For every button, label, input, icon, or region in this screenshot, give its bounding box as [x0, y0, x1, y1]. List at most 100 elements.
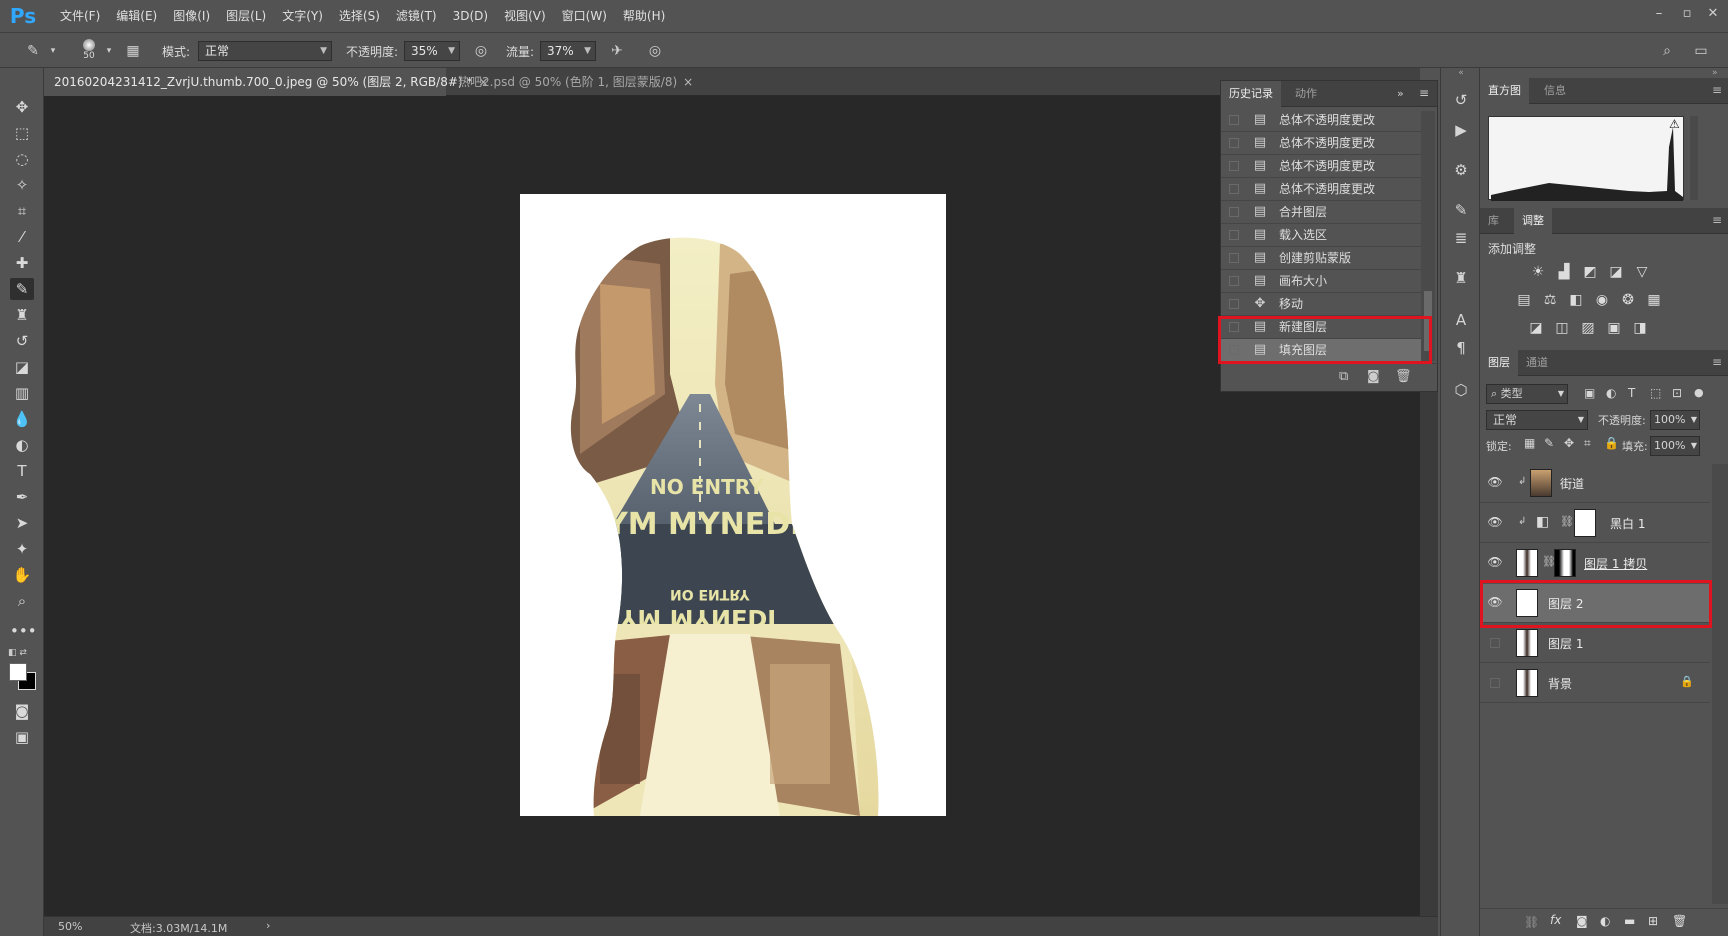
close-icon[interactable]: ×: [683, 75, 693, 89]
color-lookup-icon[interactable]: ▦: [1644, 290, 1664, 310]
vibrance-icon[interactable]: ▽: [1632, 262, 1652, 282]
brush-size-picker[interactable]: 50: [78, 37, 100, 65]
quick-select-tool-icon[interactable]: ✧: [10, 174, 34, 196]
pressure-size-icon[interactable]: ◎: [644, 41, 666, 61]
lock-pixels-icon[interactable]: ✎: [1544, 436, 1554, 450]
threshold-icon[interactable]: ▨: [1578, 318, 1598, 338]
gradient-map-icon[interactable]: ◨: [1630, 318, 1650, 338]
flow-input[interactable]: 37% ▼: [540, 41, 596, 61]
airbrush-icon[interactable]: ✈: [606, 41, 628, 61]
new-group-icon[interactable]: ▬: [1624, 914, 1635, 928]
eye-icon[interactable]: 👁: [1486, 475, 1504, 491]
history-source-checkbox[interactable]: [1229, 253, 1239, 263]
dock-collapse-icon[interactable]: «: [1441, 68, 1481, 78]
history-item[interactable]: ▤ 载入选区: [1221, 224, 1421, 247]
color-balance-icon[interactable]: ⚖: [1540, 290, 1560, 310]
layer-row-street[interactable]: 👁 ↲ 街道: [1480, 464, 1710, 503]
gradient-tool-icon[interactable]: ▥: [10, 382, 34, 404]
tab-actions[interactable]: 动作: [1287, 81, 1325, 107]
layer-name[interactable]: 图层 1: [1548, 635, 1583, 652]
history-source-checkbox[interactable]: [1229, 184, 1239, 194]
filter-type-icon[interactable]: T: [1628, 386, 1635, 400]
blend-mode-select[interactable]: 正常 ▼: [1486, 410, 1588, 430]
eye-hidden-box[interactable]: [1490, 638, 1500, 648]
3d-dock-icon[interactable]: ⬡: [1449, 378, 1473, 402]
menu-image[interactable]: 图像(I): [165, 0, 218, 32]
crop-tool-icon[interactable]: ⌗: [10, 200, 34, 222]
layer-row-background[interactable]: 背景 🔒: [1480, 664, 1710, 703]
history-source-checkbox[interactable]: [1229, 161, 1239, 171]
properties-dock-icon[interactable]: ⚙: [1449, 158, 1473, 182]
fx-icon[interactable]: fx: [1550, 913, 1561, 927]
new-document-from-state-icon[interactable]: ⧉: [1339, 369, 1348, 384]
tab-libraries[interactable]: 库: [1480, 208, 1507, 234]
path-select-tool-icon[interactable]: ➤: [10, 512, 34, 534]
screen-mode-icon[interactable]: ▣: [10, 726, 34, 748]
history-item[interactable]: ▤ 总体不透明度更改: [1221, 155, 1421, 178]
lock-all-icon[interactable]: 🔒: [1604, 436, 1619, 450]
zoom-level[interactable]: 50%: [58, 920, 82, 933]
exposure-icon[interactable]: ◪: [1606, 262, 1626, 282]
layer-name[interactable]: 图层 1 拷贝: [1584, 555, 1647, 572]
history-item[interactable]: ▤ 画布大小: [1221, 270, 1421, 293]
brush-settings-dock-icon[interactable]: ≣: [1449, 226, 1473, 250]
menu-edit[interactable]: 编辑(E): [108, 0, 165, 32]
new-adjustment-icon[interactable]: ◐: [1600, 914, 1610, 928]
panel-menu-icon[interactable]: ≡: [1712, 83, 1722, 97]
new-layer-icon[interactable]: ⊞: [1648, 914, 1658, 928]
black-white-icon[interactable]: ◧: [1566, 290, 1586, 310]
eye-icon[interactable]: 👁: [1486, 515, 1504, 531]
brightness-contrast-icon[interactable]: ☀: [1528, 262, 1548, 282]
more-tools-icon[interactable]: •••: [10, 620, 37, 642]
brush-tool-preset-icon[interactable]: ✎: [22, 41, 44, 61]
eraser-tool-icon[interactable]: ◪: [10, 356, 34, 378]
history-source-checkbox[interactable]: [1229, 138, 1239, 148]
trash-icon[interactable]: 🗑: [1672, 914, 1687, 928]
layer-row-layer1-copy[interactable]: 👁 ⛓ 图层 1 拷贝: [1480, 544, 1710, 583]
history-source-checkbox[interactable]: [1229, 299, 1239, 309]
marquee-tool-icon[interactable]: ⬚: [10, 122, 34, 144]
layer-name[interactable]: 背景: [1548, 675, 1572, 692]
brush-tool-icon[interactable]: ✎: [10, 278, 34, 300]
filter-pixel-icon[interactable]: ▣: [1584, 386, 1595, 400]
menu-file[interactable]: 文件(F): [52, 0, 108, 32]
tab-adjustments[interactable]: 调整: [1514, 208, 1552, 234]
history-source-checkbox[interactable]: [1229, 207, 1239, 217]
menu-3d[interactable]: 3D(D): [445, 0, 496, 32]
eye-icon[interactable]: 👁: [1486, 555, 1504, 571]
invert-icon[interactable]: ◪: [1526, 318, 1546, 338]
hand-tool-icon[interactable]: ✋: [10, 564, 34, 586]
actions-dock-icon[interactable]: ▶: [1449, 118, 1473, 142]
menu-layer[interactable]: 图层(L): [218, 0, 274, 32]
window-minimize-icon[interactable]: –: [1646, 4, 1672, 24]
search-icon[interactable]: ⌕: [1656, 41, 1678, 61]
document-tab-inactive[interactable]: 热吧2.psd @ 50% (色阶 1, 图层蒙版/8) ×: [448, 68, 700, 96]
menu-view[interactable]: 视图(V): [496, 0, 554, 32]
history-brush-tool-icon[interactable]: ↺: [10, 330, 34, 352]
blur-tool-icon[interactable]: 💧: [10, 408, 34, 430]
mode-select[interactable]: 正常 ▼: [198, 41, 332, 61]
link-layers-icon[interactable]: ⛓: [1524, 915, 1539, 929]
histogram-scrollbar[interactable]: [1690, 116, 1698, 200]
layers-scrollbar[interactable]: [1712, 464, 1728, 904]
collapse-panel-icon[interactable]: »: [1397, 87, 1404, 100]
tab-history[interactable]: 历史记录: [1221, 81, 1281, 107]
menu-filter[interactable]: 滤镜(T): [388, 0, 445, 32]
eyedropper-tool-icon[interactable]: ⁄: [10, 226, 34, 248]
document-tab-active[interactable]: 20160204231412_ZvrjU.thumb.700_0.jpeg @ …: [44, 68, 488, 96]
workspace-icon[interactable]: ▭: [1690, 41, 1712, 61]
lasso-tool-icon[interactable]: ◌: [10, 148, 34, 170]
move-tool-icon[interactable]: ✥: [10, 96, 34, 118]
opacity-input[interactable]: 35% ▼: [404, 41, 460, 61]
history-source-checkbox[interactable]: [1229, 115, 1239, 125]
eye-hidden-box[interactable]: [1490, 678, 1500, 688]
chevron-down-icon[interactable]: ▾: [42, 41, 64, 61]
photo-filter-icon[interactable]: ◉: [1592, 290, 1612, 310]
character-dock-icon[interactable]: A: [1449, 308, 1473, 332]
tab-channels[interactable]: 通道: [1518, 350, 1556, 376]
lock-position-icon[interactable]: ✥: [1564, 436, 1574, 450]
fill-input[interactable]: 100% ▼: [1650, 436, 1700, 456]
window-maximize-icon[interactable]: ▫: [1674, 4, 1700, 24]
filter-adjustment-icon[interactable]: ◐: [1606, 386, 1616, 400]
foreground-color-swatch[interactable]: [9, 663, 27, 681]
